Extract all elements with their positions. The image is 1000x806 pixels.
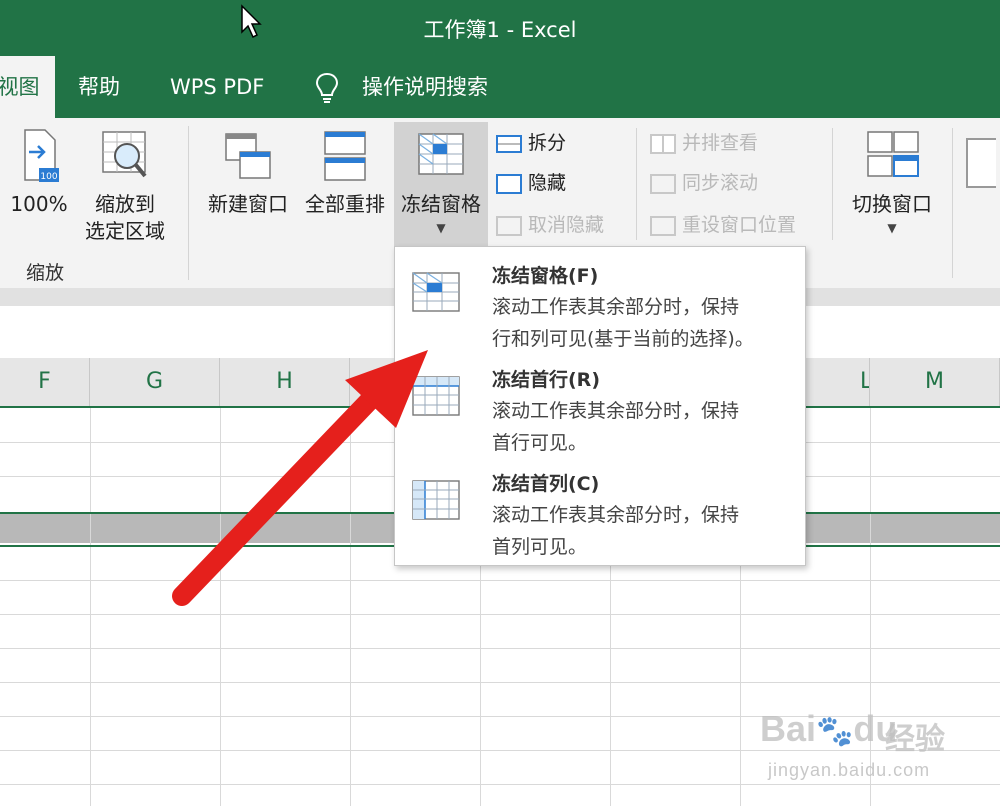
- watermark-cn: 经验: [885, 722, 945, 757]
- watermark-url: jingyan.baidu.com: [768, 760, 931, 780]
- paw-icon: 🐾: [816, 715, 854, 748]
- red-arrow-annotation: [172, 350, 428, 606]
- baidu-jingyan-watermark: Bai🐾du 经验 jingyan.baidu.com: [760, 700, 990, 795]
- watermark-brand: Bai🐾du: [760, 708, 898, 749]
